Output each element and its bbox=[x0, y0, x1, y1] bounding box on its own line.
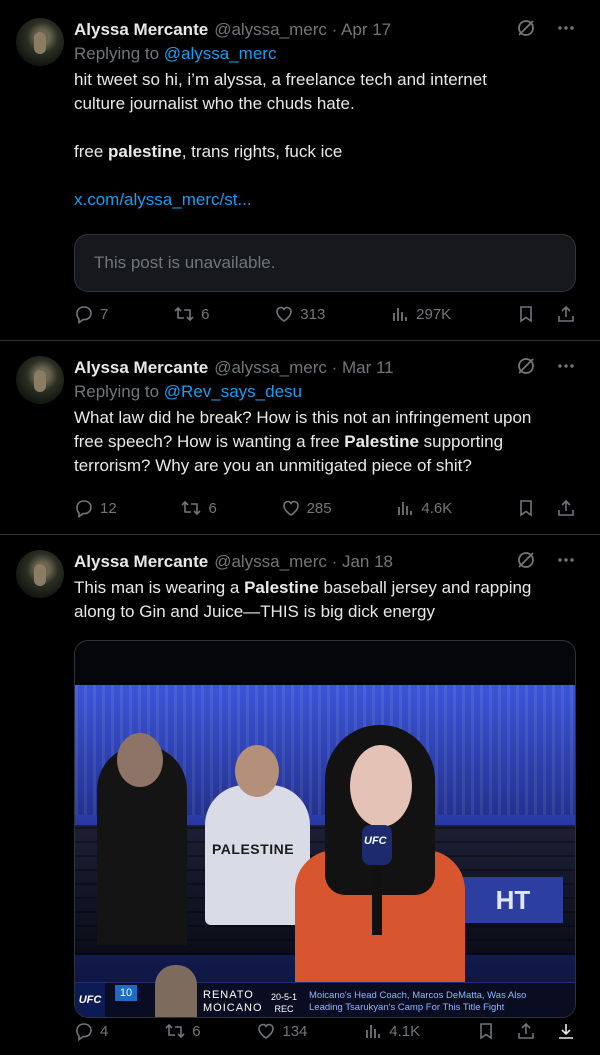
tweet-text: This man is wearing a Palestine baseball… bbox=[74, 578, 532, 621]
tweet-text: hit tweet so hi, i’m alyssa, a freelance… bbox=[74, 68, 576, 212]
ufc-logo: UFC bbox=[75, 983, 105, 1017]
broadcast-scene: PALESTINE HT UFC UFC 10 RENATO MOICANO 2… bbox=[75, 685, 575, 1017]
repost-icon bbox=[165, 1023, 185, 1039]
bookmark-icon[interactable] bbox=[516, 304, 536, 324]
avatar[interactable] bbox=[16, 356, 64, 404]
repost-button[interactable]: 6 bbox=[180, 498, 217, 518]
mic-label: UFC bbox=[364, 835, 387, 847]
heart-icon bbox=[276, 306, 293, 322]
like-button[interactable]: 134 bbox=[256, 1021, 307, 1041]
repost-count: 6 bbox=[208, 499, 217, 517]
replying-to: Replying to @Rev_says_desu bbox=[74, 382, 302, 401]
repost-icon bbox=[174, 306, 194, 322]
like-count: 134 bbox=[282, 1022, 308, 1040]
repost-count: 6 bbox=[192, 1022, 201, 1040]
grok-icon[interactable] bbox=[516, 550, 536, 570]
highlight-term: Palestine bbox=[344, 432, 419, 451]
grok-icon[interactable] bbox=[516, 356, 536, 376]
views-count: 4.1K bbox=[389, 1022, 421, 1040]
share-icon[interactable] bbox=[516, 1021, 536, 1041]
quoted-post-unavailable: This post is unavailable. bbox=[74, 234, 576, 292]
author-handle-date[interactable]: @alyssa_merc · Jan 18 bbox=[214, 552, 393, 572]
views-button[interactable]: 297K bbox=[390, 304, 451, 324]
reply-icon bbox=[76, 306, 92, 324]
replying-to: Replying to @alyssa_merc bbox=[74, 44, 277, 63]
avatar[interactable] bbox=[16, 550, 64, 598]
action-bar: 7 6 313 297K bbox=[74, 304, 576, 324]
heart-icon bbox=[282, 500, 299, 516]
repost-count: 6 bbox=[201, 305, 210, 323]
reply-button[interactable]: 12 bbox=[74, 498, 117, 518]
tweet-header: Alyssa Mercante @alyssa_merc · Mar 11 bbox=[74, 356, 576, 380]
reply-icon bbox=[76, 500, 92, 518]
tweet-2[interactable]: Alyssa Mercante @alyssa_merc · Mar 11 Re… bbox=[0, 341, 600, 535]
like-button[interactable]: 285 bbox=[281, 498, 332, 518]
repost-button[interactable]: 6 bbox=[173, 304, 209, 324]
more-icon[interactable] bbox=[556, 18, 576, 38]
reply-count: 4 bbox=[100, 1022, 109, 1040]
author-name[interactable]: Alyssa Mercante bbox=[74, 20, 208, 40]
repost-icon bbox=[181, 500, 202, 516]
tweet-link[interactable]: x.com/alyssa_merc/st... bbox=[74, 188, 576, 212]
views-icon bbox=[366, 1025, 381, 1038]
highlight-term: palestine bbox=[108, 142, 182, 161]
tweet-text: What law did he break? How is this not a… bbox=[74, 408, 532, 475]
action-bar: 12 6 285 4.6K bbox=[74, 498, 576, 518]
arena-banner: HT bbox=[463, 877, 563, 923]
fighter-rank: 10 bbox=[115, 985, 137, 1001]
like-button[interactable]: 313 bbox=[274, 304, 325, 324]
share-icon[interactable] bbox=[556, 498, 576, 518]
action-bar: 4 6 134 4.1K bbox=[74, 1021, 576, 1041]
broadcast-lower-third: UFC 10 RENATO MOICANO 20-5-1 REC Moicano… bbox=[75, 965, 575, 1017]
reply-mention-link[interactable]: @alyssa_merc bbox=[164, 44, 277, 63]
fighter-headshot bbox=[155, 965, 197, 1017]
heart-icon bbox=[258, 1023, 275, 1039]
author-name[interactable]: Alyssa Mercante bbox=[74, 358, 208, 378]
reply-button[interactable]: 4 bbox=[74, 1021, 108, 1041]
share-icon[interactable] bbox=[556, 304, 576, 324]
author-handle-date[interactable]: @alyssa_merc · Mar 11 bbox=[214, 358, 393, 378]
reply-icon bbox=[76, 1023, 92, 1041]
tweet-media-image[interactable]: PALESTINE HT UFC UFC 10 RENATO MOICANO 2… bbox=[74, 640, 576, 1018]
more-icon[interactable] bbox=[556, 356, 576, 376]
bookmark-icon[interactable] bbox=[476, 1021, 496, 1041]
views-icon bbox=[393, 308, 408, 321]
fighter-name: RENATO MOICANO bbox=[203, 989, 263, 1014]
author-handle-date[interactable]: @alyssa_merc · Apr 17 bbox=[214, 20, 391, 40]
views-button[interactable]: 4.1K bbox=[363, 1021, 420, 1041]
views-button[interactable]: 4.6K bbox=[395, 498, 452, 518]
broadcast-ticker: Moicano's Head Coach, Marcos DeMatta, Wa… bbox=[309, 990, 527, 1013]
jersey-text: PALESTINE bbox=[212, 841, 295, 857]
bookmark-icon[interactable] bbox=[516, 498, 536, 518]
views-icon bbox=[398, 502, 413, 515]
grok-icon[interactable] bbox=[516, 18, 536, 38]
avatar[interactable] bbox=[16, 18, 64, 66]
like-count: 313 bbox=[300, 305, 326, 323]
author-name[interactable]: Alyssa Mercante bbox=[74, 552, 208, 572]
tweet-1[interactable]: Alyssa Mercante @alyssa_merc · Apr 17 Re… bbox=[0, 0, 600, 341]
repost-button[interactable]: 6 bbox=[164, 1021, 201, 1041]
reply-count: 7 bbox=[100, 305, 109, 323]
fighter-record: 20-5-1 REC bbox=[271, 992, 298, 1014]
tweet-header: Alyssa Mercante @alyssa_merc · Jan 18 bbox=[74, 550, 576, 574]
reply-count: 12 bbox=[100, 499, 117, 517]
reply-button[interactable]: 7 bbox=[74, 304, 108, 324]
highlight-term: Palestine bbox=[244, 578, 319, 597]
tweet-3[interactable]: Alyssa Mercante @alyssa_merc · Jan 18 Th… bbox=[0, 535, 600, 1055]
views-count: 297K bbox=[416, 305, 452, 323]
download-icon[interactable] bbox=[556, 1021, 576, 1041]
more-icon[interactable] bbox=[556, 550, 576, 570]
like-count: 285 bbox=[306, 499, 332, 517]
tweet-header: Alyssa Mercante @alyssa_merc · Apr 17 bbox=[74, 18, 576, 42]
reply-mention-link[interactable]: @Rev_says_desu bbox=[164, 382, 302, 401]
views-count: 4.6K bbox=[421, 499, 453, 517]
